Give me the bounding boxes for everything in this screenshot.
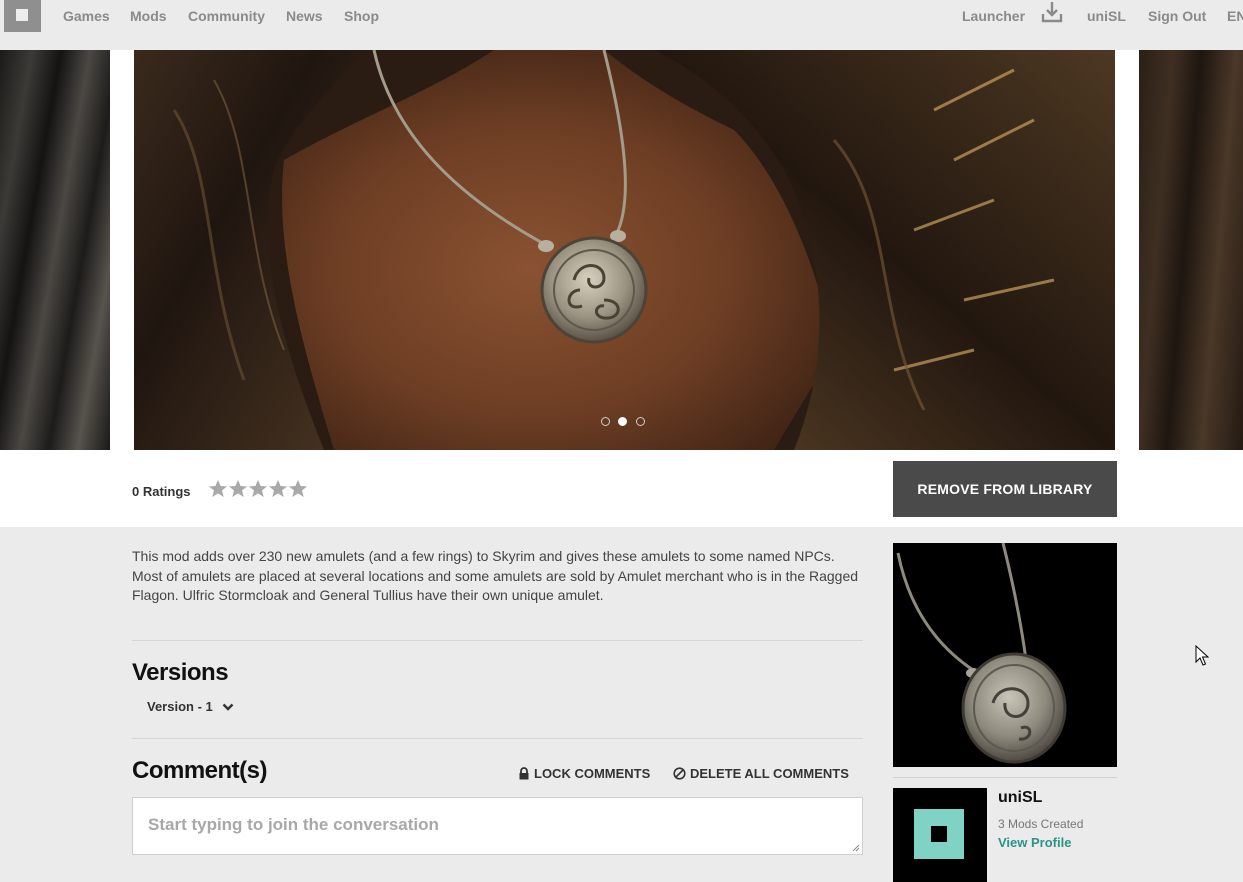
nav-mods[interactable]: Mods xyxy=(130,8,167,24)
nav-community[interactable]: Community xyxy=(188,8,265,24)
divider xyxy=(132,640,863,641)
lock-comments-button[interactable]: LOCK COMMENTS xyxy=(518,766,650,781)
comment-input-box xyxy=(132,797,863,855)
logo-square-icon xyxy=(16,9,28,21)
star-icon[interactable] xyxy=(248,479,268,499)
nav-sign-out[interactable]: Sign Out xyxy=(1148,8,1206,24)
nav-shop[interactable]: Shop xyxy=(344,8,379,24)
image-carousel xyxy=(0,50,1243,450)
carousel-next-slide[interactable] xyxy=(1139,50,1243,450)
carousel-prev-slide[interactable] xyxy=(0,50,110,450)
nav-launcher[interactable]: Launcher xyxy=(962,8,1025,24)
avatar-teal-square xyxy=(914,809,964,859)
view-profile-link[interactable]: View Profile xyxy=(998,835,1071,850)
star-icon[interactable] xyxy=(288,479,308,499)
star-icon[interactable] xyxy=(268,479,288,499)
lock-comments-label: LOCK COMMENTS xyxy=(534,766,651,781)
chevron-down-icon xyxy=(222,703,234,711)
version-dropdown[interactable]: Version - 1 xyxy=(147,699,234,714)
sidebar-divider xyxy=(893,777,1117,778)
remove-from-library-button[interactable]: REMOVE FROM LIBRARY xyxy=(893,461,1117,517)
amulet-thumbnail-image xyxy=(896,543,1067,764)
nav-language[interactable]: EN xyxy=(1227,8,1243,24)
mod-description: This mod adds over 230 new amulets (and … xyxy=(132,548,859,603)
delete-all-comments-label: DELETE ALL COMMENTS xyxy=(690,766,849,781)
comment-textarea[interactable] xyxy=(133,798,862,854)
amulet-screenshot-image xyxy=(134,50,1115,450)
resize-handle-icon[interactable] xyxy=(852,844,860,852)
author-mods-created: 3 Mods Created xyxy=(998,817,1084,831)
lock-icon xyxy=(519,767,529,780)
star-icon[interactable] xyxy=(208,479,228,499)
ratings-count: 0 Ratings xyxy=(132,484,191,499)
versions-heading: Versions xyxy=(132,659,229,686)
avatar-inner-square-icon xyxy=(931,826,947,842)
site-logo[interactable] xyxy=(4,0,41,32)
carousel-dot-1[interactable] xyxy=(601,417,610,426)
carousel-dot-2-active[interactable] xyxy=(618,417,627,426)
delete-all-comments-button[interactable]: DELETE ALL COMMENTS xyxy=(673,766,849,781)
carousel-main-image xyxy=(134,50,1115,450)
nav-username[interactable]: uniSL xyxy=(1087,8,1126,24)
comments-heading: Comment(s) xyxy=(132,757,268,784)
author-avatar[interactable] xyxy=(893,788,987,882)
nav-games[interactable]: Games xyxy=(63,8,110,24)
ban-icon xyxy=(673,767,686,780)
mod-thumbnail[interactable] xyxy=(893,543,1117,767)
star-icon[interactable] xyxy=(228,479,248,499)
author-name[interactable]: uniSL xyxy=(998,789,1042,807)
nav-news[interactable]: News xyxy=(286,8,323,24)
version-selected-label: Version - 1 xyxy=(147,699,213,714)
carousel-dot-3[interactable] xyxy=(636,417,645,426)
top-navigation: Games Mods Community News Shop Launcher … xyxy=(0,0,1243,50)
mouse-cursor-icon xyxy=(1195,645,1209,666)
divider xyxy=(132,738,863,739)
download-icon[interactable] xyxy=(1041,1,1063,23)
